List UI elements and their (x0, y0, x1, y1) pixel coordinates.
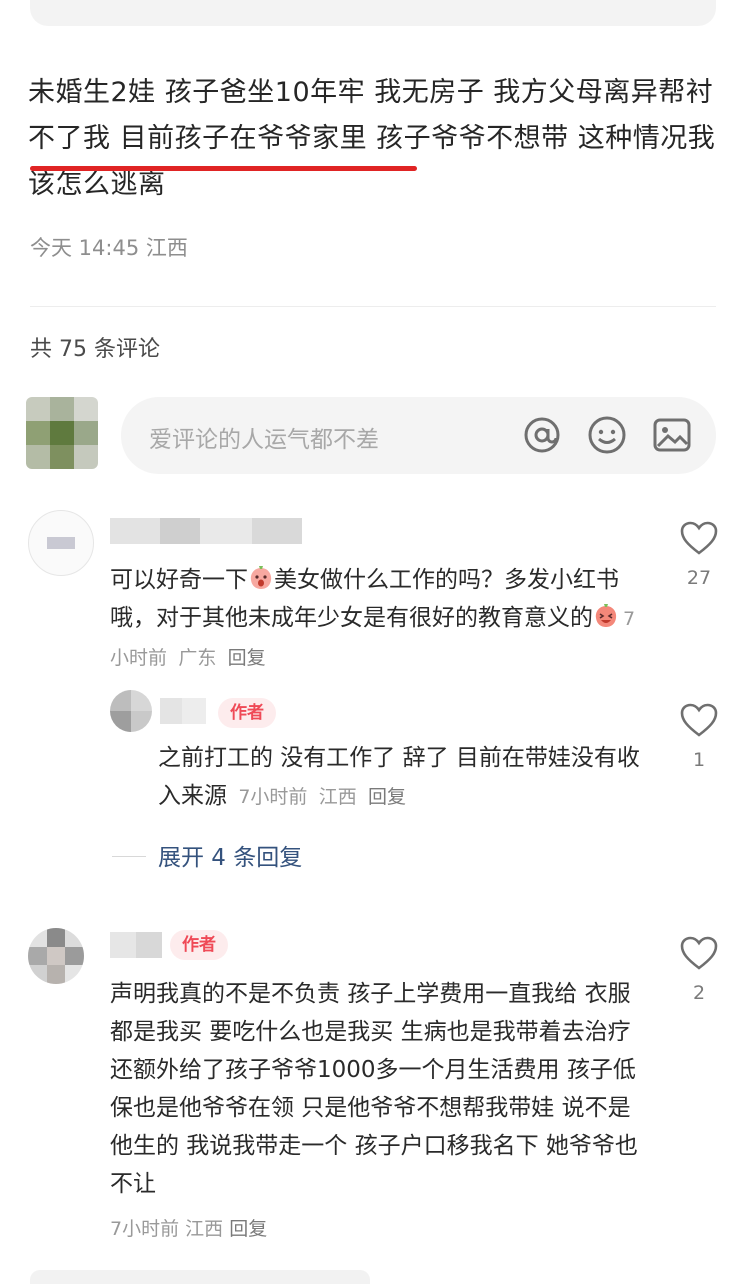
avatar[interactable] (28, 510, 94, 576)
like-heart-icon[interactable] (679, 935, 719, 971)
post-body-text: 未婚生2娃 孩子爸坐10年牢 我无房子 我方父母离异帮衬不了我 目前孩子在爷爷家… (28, 77, 716, 200)
current-user-avatar[interactable] (26, 397, 98, 469)
previous-card-edge (30, 0, 716, 26)
comment-meta: 7小时前 江西 回复 (110, 1214, 267, 1241)
like-count: 2 (692, 982, 706, 1004)
comment-input[interactable]: 爱评论的人运气都不差 (121, 397, 716, 474)
comment-text: 可以好奇一下 美女做什么工作的吗？多发小红书哦，对于其他未成年少女是有很好的教育意… (110, 561, 650, 677)
image-icon[interactable] (650, 413, 694, 457)
red-underline-annotation (30, 166, 417, 171)
shocked-emoji-icon (250, 566, 272, 589)
reply-time: 7小时前 (238, 786, 308, 808)
author-tag: 作者 (170, 930, 228, 960)
next-item-edge (30, 1270, 370, 1284)
expand-replies-button[interactable]: 展开 4 条回复 (158, 838, 302, 872)
comment-text-body: 声明我真的不是不负责 孩子上学费用一直我给 衣服都是我买 要吃什么也是我买 生病… (110, 981, 638, 1197)
laughing-emoji-icon (595, 604, 617, 627)
comment-location: 广东 (178, 647, 217, 669)
emoji-icon[interactable] (585, 413, 629, 457)
comment-count: 共 75 条评论 (30, 337, 160, 362)
reply-location: 江西 (318, 786, 357, 808)
post-meta: 今天 14:45 江西 (30, 232, 188, 262)
reply-author-name[interactable] (160, 698, 206, 724)
reply-avatar[interactable] (110, 690, 152, 732)
at-icon[interactable] (520, 413, 564, 457)
reply-text: 之前打工的 没有工作了 辞了 目前在带娃没有收入来源 7小时前 江西 回复 (158, 739, 648, 816)
comment-text-part-a: 可以好奇一下 (110, 567, 248, 593)
reply-button[interactable]: 回复 (229, 1218, 267, 1240)
divider (30, 306, 716, 307)
reply-button[interactable]: 回复 (368, 786, 406, 808)
post-time: 今天 14:45 (30, 236, 140, 260)
post-text: 未婚生2娃 孩子爸坐10年牢 我无房子 我方父母离异帮衬不了我 目前孩子在爷爷家… (28, 70, 718, 208)
commenter-name[interactable] (110, 932, 162, 958)
comment-input-placeholder: 爱评论的人运气都不差 (149, 427, 379, 453)
like-count: 1 (692, 749, 706, 771)
reply-button[interactable]: 回复 (228, 647, 266, 669)
like-heart-icon[interactable] (679, 520, 719, 556)
post-location: 江西 (145, 236, 188, 260)
like-heart-icon[interactable] (679, 702, 719, 738)
commenter-name[interactable] (110, 518, 302, 544)
avatar[interactable] (28, 928, 84, 984)
comment-time: 7小时前 (110, 1218, 180, 1240)
comment-text: 声明我真的不是不负责 孩子上学费用一直我给 衣服都是我买 要吃什么也是我买 生病… (110, 975, 650, 1203)
like-count: 27 (686, 567, 712, 589)
author-tag: 作者 (218, 698, 276, 728)
comment-location: 江西 (185, 1218, 224, 1240)
expand-divider (112, 856, 146, 857)
